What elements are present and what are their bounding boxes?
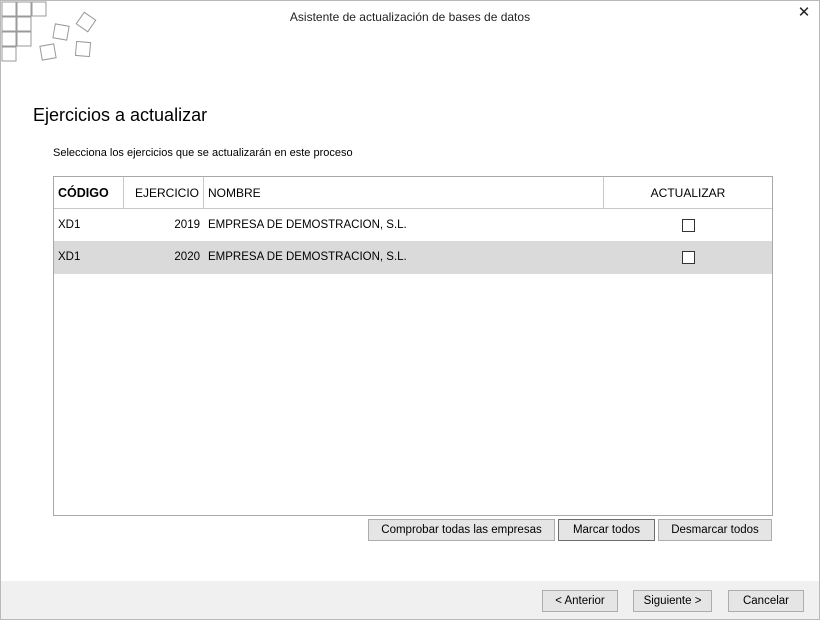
unmark-all-button[interactable]: Desmarcar todos: [658, 519, 772, 541]
cell-nombre: EMPRESA DE DEMOSTRACION, S.L.: [208, 219, 407, 231]
mark-all-button[interactable]: Marcar todos: [558, 519, 655, 541]
page-heading: Ejercicios a actualizar: [33, 105, 208, 125]
cell-nombre: EMPRESA DE DEMOSTRACION, S.L.: [208, 251, 407, 263]
exercises-table: CÓDIGO EJERCICIO NOMBRE ACTUALIZAR XD1 2…: [53, 176, 773, 516]
actualizar-checkbox[interactable]: [681, 250, 695, 264]
column-header-codigo[interactable]: CÓDIGO: [54, 177, 124, 208]
cancel-button[interactable]: Cancelar: [728, 590, 804, 612]
column-header-actualizar[interactable]: ACTUALIZAR: [604, 177, 772, 208]
back-button[interactable]: < Anterior: [542, 590, 618, 612]
column-header-ejercicio[interactable]: EJERCICIO: [124, 177, 204, 208]
actualizar-checkbox[interactable]: [681, 218, 695, 232]
cell-ejercicio: 2019: [174, 219, 200, 231]
table-row[interactable]: XD1 2019 EMPRESA DE DEMOSTRACION, S.L.: [54, 209, 772, 242]
next-button[interactable]: Siguiente >: [633, 590, 712, 612]
cell-actualizar: [604, 209, 772, 241]
cell-codigo: XD1: [58, 219, 81, 231]
page-subtitle: Selecciona los ejercicios que se actuali…: [53, 147, 353, 159]
table-row-selected[interactable]: XD1 2020 EMPRESA DE DEMOSTRACION, S.L.: [54, 241, 772, 274]
close-icon[interactable]: ✕: [797, 5, 811, 21]
cell-codigo: XD1: [58, 251, 81, 263]
column-header-nombre[interactable]: NOMBRE: [204, 177, 604, 208]
cell-actualizar: [604, 241, 772, 273]
wizard-window: Asistente de actualización de bases de d…: [0, 0, 820, 620]
check-all-companies-button[interactable]: Comprobar todas las empresas: [368, 519, 555, 541]
footer-bar: < Anterior Siguiente > Cancelar: [1, 581, 819, 619]
cell-ejercicio: 2020: [174, 251, 200, 263]
window-title: Asistente de actualización de bases de d…: [289, 10, 531, 24]
table-header: CÓDIGO EJERCICIO NOMBRE ACTUALIZAR: [54, 177, 772, 209]
